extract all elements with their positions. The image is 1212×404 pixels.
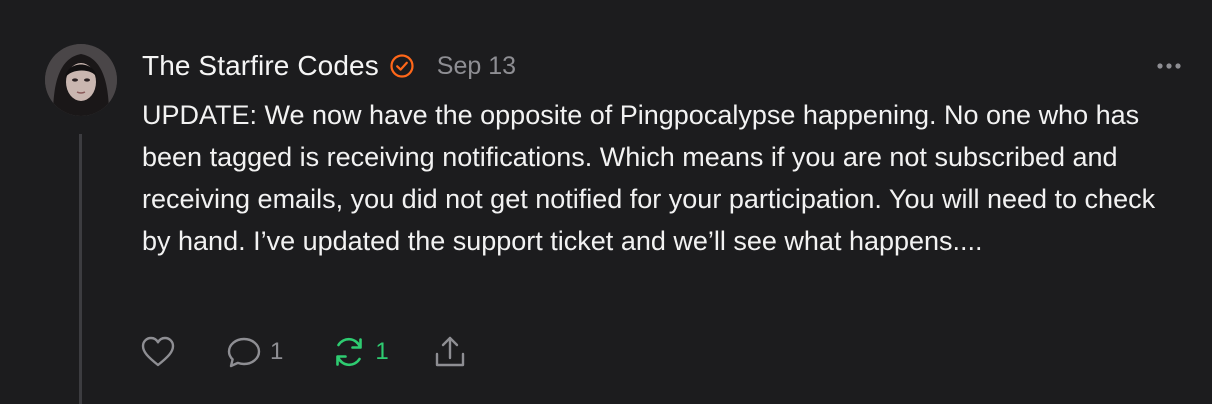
verified-check-icon (389, 53, 415, 79)
post-body: UPDATE: We now have the opposite of Ping… (142, 100, 1156, 256)
avatar-image (45, 44, 117, 116)
share-icon (433, 334, 467, 370)
restack-button[interactable]: 1 (331, 335, 389, 369)
comment-count: 1 (270, 338, 284, 365)
more-options-icon[interactable] (1154, 56, 1184, 76)
share-button[interactable] (433, 334, 467, 370)
post-actions: 1 1 (140, 330, 467, 374)
avatar[interactable] (45, 44, 117, 116)
comment-icon (226, 335, 262, 369)
restack-icon (331, 335, 367, 369)
post-date[interactable]: Sep 13 (437, 52, 516, 81)
comment-button[interactable]: 1 (226, 335, 283, 369)
author-name[interactable]: The Starfire Codes (142, 50, 379, 82)
like-button[interactable] (140, 335, 176, 369)
restack-count: 1 (375, 338, 389, 365)
thread-line (79, 134, 82, 404)
post-header: The Starfire Codes Sep 13 (142, 44, 516, 88)
heart-icon (140, 335, 176, 369)
